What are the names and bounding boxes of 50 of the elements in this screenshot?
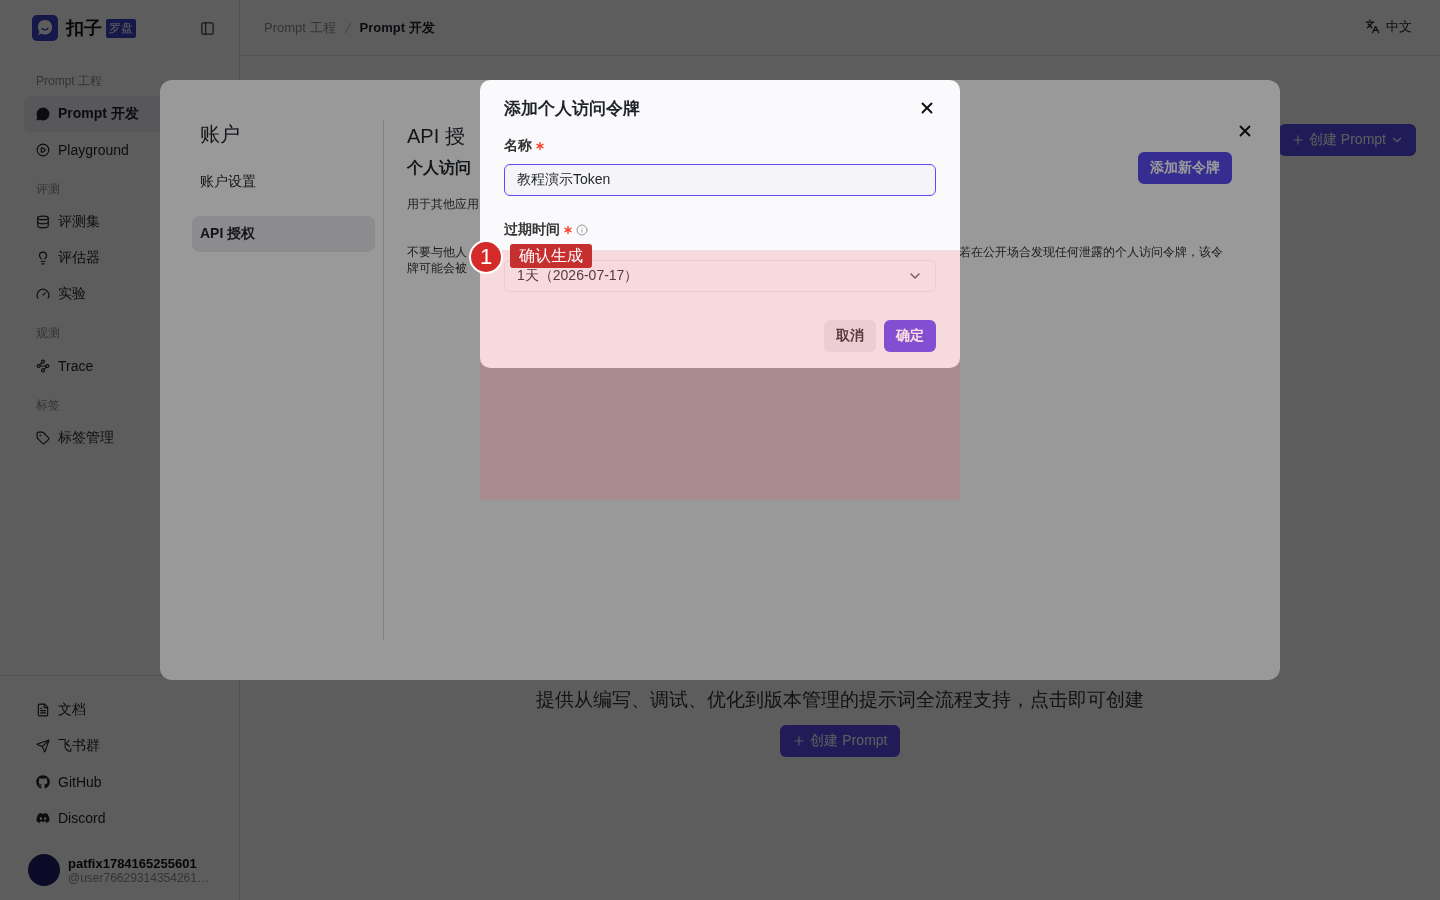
section-subheading: 个人访问	[407, 157, 472, 178]
step-label: 确认生成	[510, 244, 592, 268]
avatar[interactable]	[28, 854, 60, 886]
breadcrumb-separator-icon	[343, 21, 352, 34]
gauge-icon	[36, 287, 50, 301]
tag-icon	[36, 431, 50, 445]
info-icon[interactable]	[576, 224, 588, 236]
create-prompt-button[interactable]: 创建 Prompt	[780, 725, 900, 757]
create-prompt-button[interactable]: 创建 Prompt	[1279, 124, 1416, 156]
user-name: patfix1784165255601	[68, 855, 198, 871]
dialog-title: 添加个人访问令牌	[504, 97, 640, 120]
warning-text: 若在公开场合发现任何泄露的个人访问令牌，该令	[959, 244, 1224, 260]
brand-badge: 罗盘	[106, 18, 136, 38]
sidebar-toggle-icon[interactable]	[200, 20, 215, 36]
play-icon	[36, 143, 50, 157]
brand-name: 扣子	[66, 17, 102, 40]
confirm-button[interactable]: 确定	[884, 320, 936, 352]
empty-description: 提供从编写、调试、优化到版本管理的提示词全流程支持，点击即可创建	[536, 688, 1144, 712]
sidebar-item[interactable]: Trace	[24, 348, 223, 384]
field-label: 名称	[504, 137, 532, 155]
settings-nav-item[interactable]: API 授权	[192, 216, 375, 252]
add-token-button[interactable]: 添加新令牌	[1138, 152, 1232, 184]
translate-icon	[1365, 19, 1380, 35]
field-label: 过期时间	[504, 221, 560, 239]
document-icon	[36, 703, 50, 717]
discord-icon	[36, 811, 50, 825]
send-icon	[36, 739, 50, 753]
section-description: 用于其他应用	[407, 196, 479, 212]
branch-icon	[36, 359, 50, 373]
sidebar-link[interactable]: 飞书群	[24, 728, 223, 764]
database-icon	[36, 215, 50, 229]
lightbulb-icon	[36, 251, 50, 265]
chat-icon	[36, 107, 50, 121]
logo-icon	[32, 15, 58, 41]
cancel-button[interactable]: 取消	[824, 320, 876, 352]
sidebar-item[interactable]: 标签管理	[24, 420, 223, 456]
sidebar-link[interactable]: Discord	[24, 800, 223, 836]
breadcrumb-item: Prompt 开发	[359, 18, 435, 37]
name-input[interactable]: 教程演示Token	[504, 164, 936, 196]
section-heading: API 授	[407, 123, 466, 149]
sidebar-item[interactable]: 实验	[24, 276, 223, 312]
warning-text: 牌可能会被	[407, 260, 468, 276]
plus-icon	[792, 734, 807, 748]
sidebar-link[interactable]: GitHub	[24, 764, 223, 800]
sidebar-link[interactable]: 文档	[24, 692, 223, 728]
plus-icon	[1291, 133, 1305, 147]
settings-nav-item[interactable]: 账户设置	[192, 164, 375, 200]
github-icon	[36, 775, 50, 789]
language-menu[interactable]: 中文	[1365, 17, 1412, 38]
warning-text: 不要与他人	[407, 244, 468, 260]
